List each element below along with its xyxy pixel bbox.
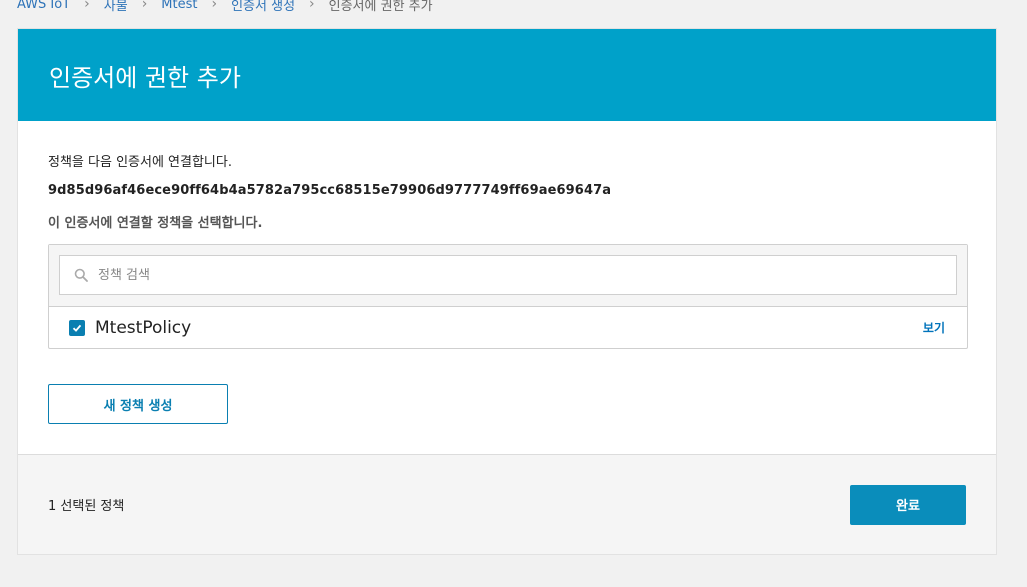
policy-name: MtestPolicy — [95, 317, 192, 338]
breadcrumb-item-mtest[interactable]: Mtest — [161, 0, 197, 12]
chevron-right-icon: › — [84, 0, 90, 12]
policy-row[interactable]: MtestPolicy 보기 — [49, 307, 967, 348]
chevron-right-icon: › — [211, 0, 218, 12]
breadcrumb: AWS IoT › 사물 › Mtest › 인증서 생성 › 인증서에 권한 … — [17, 0, 433, 14]
chevron-right-icon: › — [309, 0, 315, 12]
search-field[interactable] — [59, 255, 957, 295]
certificate-id: 9d85d96af46ece90ff64b4a5782a795cc68515e7… — [48, 183, 612, 198]
chevron-right-icon: › — [141, 0, 148, 12]
selected-policy-count: 1 선택된 정책 — [48, 499, 125, 514]
add-permission-card: 인증서에 권한 추가 정책을 다음 인증서에 연결합니다. 9d85d96af4… — [17, 28, 997, 555]
breadcrumb-item-aws-iot[interactable]: AWS IoT — [17, 0, 70, 12]
search-icon — [74, 268, 88, 282]
create-policy-button[interactable]: 새 정책 생성 — [48, 384, 228, 424]
card-body: 정책을 다음 인증서에 연결합니다. 9d85d96af46ece90ff64b… — [18, 121, 996, 424]
done-button[interactable]: 완료 — [850, 484, 966, 525]
card-footer: 1 선택된 정책 완료 — [18, 454, 996, 554]
breadcrumb-item-create-cert[interactable]: 인증서 생성 — [231, 0, 295, 14]
page-title: 인증서에 권한 추가 — [18, 29, 996, 121]
view-policy-link[interactable]: 보기 — [923, 319, 945, 336]
breadcrumb-current: 인증서에 권한 추가 — [328, 0, 433, 14]
policy-checkbox[interactable] — [69, 319, 85, 336]
search-input[interactable] — [98, 257, 956, 293]
policy-selector: MtestPolicy 보기 — [48, 244, 968, 349]
check-icon — [72, 324, 82, 332]
search-bar — [49, 245, 967, 307]
breadcrumb-item-things[interactable]: 사물 — [104, 0, 128, 14]
select-policy-instruction: 이 인증서에 연결할 정책을 선택합니다. — [48, 216, 263, 231]
lead-text: 정책을 다음 인증서에 연결합니다. — [48, 155, 232, 170]
